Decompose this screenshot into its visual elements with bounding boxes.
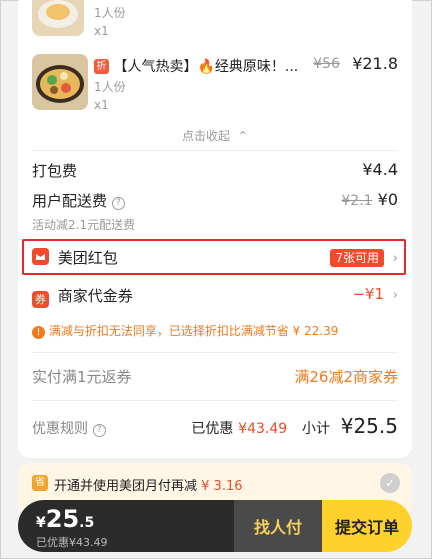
checkout-bar: ¥25.5 已优惠¥43.49 找人付 提交订单 xyxy=(18,500,412,552)
divider xyxy=(32,400,398,401)
chevron-up-icon: ⌃ xyxy=(237,129,248,143)
voucher-label: 商家代金券 xyxy=(57,287,133,305)
collapse-label: 点击收起 xyxy=(182,129,231,143)
item-portion: 1人份 xyxy=(94,6,126,20)
delivery-fee-row: 用户配送费 ? ¥2.1 ¥0 xyxy=(32,190,398,214)
food-image-icon xyxy=(32,0,84,36)
save-icon: 省 xyxy=(32,475,48,491)
discount-notice: ! 满减与折扣无法同享，已选择折扣比满减节省 ¥ 22.39 xyxy=(32,322,338,339)
discount-notice-text: 满减与折扣无法同享，已选择折扣比满减节省 ¥ 22.39 xyxy=(48,324,339,338)
packing-fee-label: 打包费 xyxy=(32,162,78,180)
item-qty: x1 xyxy=(94,98,109,112)
total-price: ¥25.5 xyxy=(36,505,94,533)
packing-fee-value: ¥4.4 xyxy=(362,160,398,179)
submit-order-button[interactable]: 提交订单 xyxy=(322,500,412,552)
food-thumbnail xyxy=(32,54,88,110)
price-decimal: .5 xyxy=(79,515,95,531)
rebate-row: 实付满1元返券 满26减2商家券 xyxy=(32,366,398,390)
item-original-price: ¥56 xyxy=(313,56,340,72)
price-summary: ¥25.5 已优惠¥43.49 xyxy=(18,500,234,552)
help-icon[interactable]: ? xyxy=(111,197,125,210)
banner-text-group: 开通并使用美团月付再减 ¥ 3.16 xyxy=(54,475,243,494)
divider xyxy=(32,352,398,353)
subtotal-label: 小计 xyxy=(301,421,330,437)
rules-label: 优惠规则 xyxy=(32,421,88,437)
order-item: 1人份 x1 xyxy=(32,0,398,38)
find-someone-pay-button[interactable]: 找人付 xyxy=(234,500,322,552)
rebate-value: 满26减2商家券 xyxy=(294,368,398,386)
currency-symbol: ¥ xyxy=(36,515,46,531)
delivery-fee-label: 用户配送费 xyxy=(32,192,108,210)
help-icon[interactable]: ? xyxy=(92,424,106,437)
voucher-right: −¥1 › xyxy=(352,285,398,303)
item-qty: x1 xyxy=(94,24,109,38)
delivery-fee-note: 活动减2.1元配送费 xyxy=(32,218,136,232)
chevron-right-icon: › xyxy=(392,288,398,303)
summary-right: 已优惠 ¥43.49 小计 ¥25.5 xyxy=(191,414,398,438)
check-icon[interactable]: ✓ xyxy=(380,473,400,493)
delivery-fee-values: ¥2.1 ¥0 xyxy=(341,190,398,209)
item-price: ¥21.8 xyxy=(352,54,398,73)
item-title: 折 【人气热卖】🔥经典原味！... xyxy=(94,56,298,76)
price-integer: 25 xyxy=(45,505,80,533)
delivery-fee-value: ¥0 xyxy=(377,190,398,209)
food-thumbnail xyxy=(32,0,84,36)
voucher-row[interactable]: 券 商家代金券 −¥1 › xyxy=(32,285,398,309)
red-packet-highlight xyxy=(22,239,406,275)
saved-label: 已优惠 xyxy=(191,421,234,437)
info-icon: ! xyxy=(32,326,45,339)
subtotal-value: ¥25.5 xyxy=(340,414,398,438)
banner-text: 开通并使用美团月付再减 xyxy=(54,479,198,494)
voucher-icon: 券 xyxy=(32,291,49,308)
packing-fee-row: 打包费 ¥4.4 xyxy=(32,160,398,184)
order-item: 折 【人气热卖】🔥经典原味！... ¥56 ¥21.8 1人份 x1 xyxy=(32,54,398,112)
item-portion: 1人份 xyxy=(94,80,126,94)
discount-badge: 折 xyxy=(94,59,109,74)
delivery-fee-original: ¥2.1 xyxy=(341,193,373,209)
collapse-toggle[interactable]: 点击收起 ⌃ xyxy=(18,127,412,144)
saved-summary: 已优惠¥43.49 xyxy=(36,536,108,549)
saved-value: ¥43.49 xyxy=(238,421,288,437)
item-name: 【人气热卖】🔥经典原味！... xyxy=(113,59,299,75)
divider xyxy=(32,150,398,151)
order-card: 1人份 x1 折 【人气热卖】🔥经典原味！... ¥56 ¥21.8 1人份 x… xyxy=(18,0,412,458)
voucher-value: −¥1 xyxy=(352,285,385,303)
food-image-icon xyxy=(32,54,88,110)
summary-row: 优惠规则 ? 已优惠 ¥43.49 小计 ¥25.5 xyxy=(32,414,398,446)
rebate-label: 实付满1元返券 xyxy=(32,368,132,386)
banner-amount: ¥ 3.16 xyxy=(201,479,243,494)
